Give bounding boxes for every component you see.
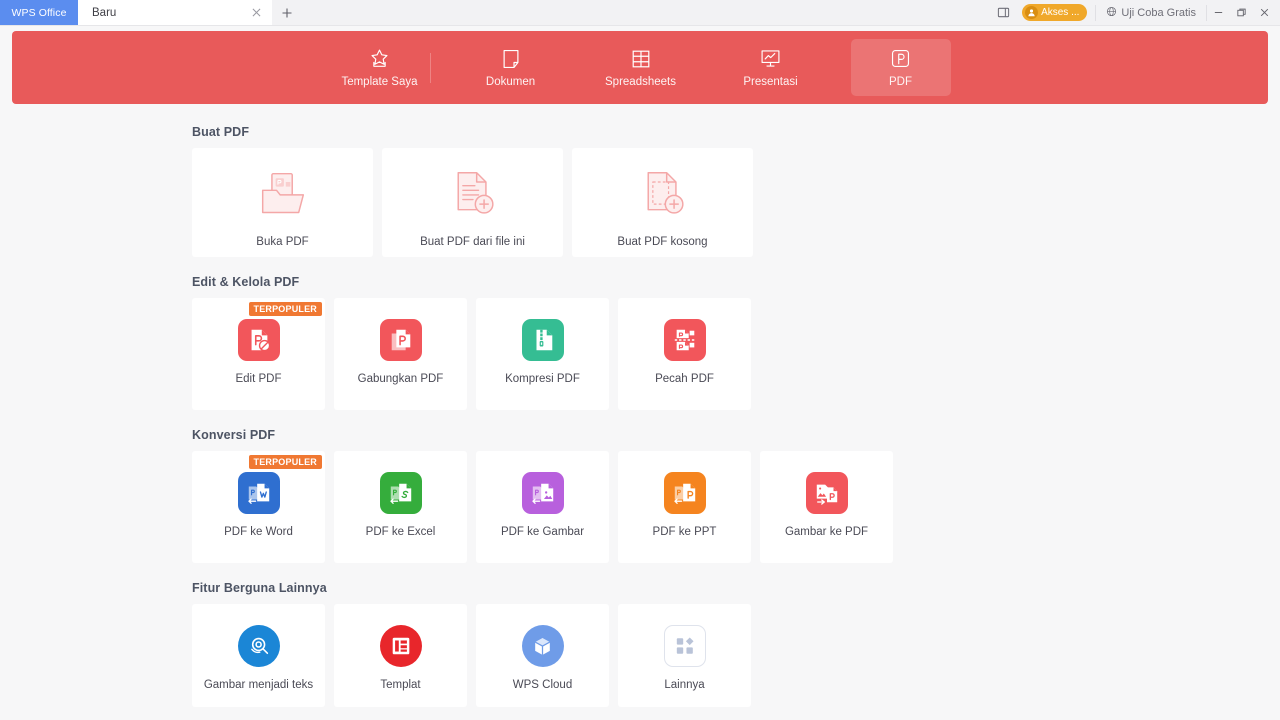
card-row: Buka PDF Buat PDF dari file ini Buat PDF… — [192, 148, 1280, 257]
pdf-from-file-icon — [447, 170, 499, 223]
section-konversi-pdf: Konversi PDF TERPOPULER PDF ke Word PDF … — [0, 428, 1280, 563]
section-title: Edit & Kelola PDF — [192, 275, 300, 289]
card-label: Kompresi PDF — [505, 373, 580, 385]
status-badge: TERPOPULER — [248, 455, 323, 469]
section-title: Buat PDF — [192, 125, 250, 139]
card-wps-cloud[interactable]: WPS Cloud — [476, 604, 609, 707]
card-label: PDF ke Excel — [365, 526, 436, 538]
close-icon[interactable] — [1253, 0, 1276, 26]
star-template-icon — [368, 47, 391, 71]
open-pdf-folder-icon — [257, 170, 309, 223]
section-title: Konversi PDF — [192, 428, 276, 442]
presentation-icon — [759, 47, 782, 71]
template-list-icon — [379, 625, 422, 667]
card-label: Templat — [380, 679, 421, 691]
new-tab-button[interactable] — [272, 0, 302, 25]
table-icon — [630, 47, 652, 71]
cloud-cube-icon — [521, 625, 564, 667]
card-edit-pdf[interactable]: TERPOPULER Edit PDF — [192, 298, 325, 410]
close-icon[interactable] — [248, 5, 264, 21]
section-fitur-berguna-lainnya: Fitur Berguna Lainnya Gambar menjadi tek… — [0, 581, 1280, 707]
card-buat-pdf-kosong[interactable]: Buat PDF kosong — [572, 148, 753, 257]
image-to-pdf-icon — [805, 472, 848, 514]
card-gabungkan-pdf[interactable]: Gabungkan PDF — [334, 298, 467, 410]
nav-item-label: Template Saya — [341, 75, 418, 88]
card-pdf-ke-excel[interactable]: PDF ke Excel — [334, 451, 467, 563]
card-label: Gambar ke PDF — [784, 526, 869, 538]
card-label: Lainnya — [664, 679, 705, 691]
restore-icon[interactable] — [1230, 0, 1253, 26]
nav-item-label: PDF — [889, 75, 912, 88]
card-row: TERPOPULER Edit PDF Gabungkan PDF Kompre… — [192, 298, 1280, 410]
free-trial-label: Uji Coba Gratis — [1121, 6, 1196, 19]
module-nav-bar: Template Saya Dokumen Spreadsheets Prese… — [12, 31, 1268, 104]
card-lainnya[interactable]: Lainnya — [618, 604, 751, 707]
nav-item-label: Presentasi — [743, 75, 798, 88]
free-trial-button[interactable]: Uji Coba Gratis — [1095, 4, 1207, 21]
card-label: PDF ke Word — [224, 526, 293, 538]
wps-office-logo[interactable]: WPS Office — [0, 0, 78, 25]
ocr-scan-icon — [237, 625, 280, 667]
card-label: Buka PDF — [256, 236, 309, 248]
pdf-icon — [889, 47, 912, 71]
account-access-label: Akses ... — [1041, 7, 1080, 18]
more-grid-icon — [663, 625, 706, 667]
section-title: Fitur Berguna Lainnya — [192, 581, 327, 595]
card-label: PDF ke PPT — [652, 526, 717, 538]
card-pecah-pdf[interactable]: Pecah PDF — [618, 298, 751, 410]
card-buat-pdf-dari-file-ini[interactable]: Buat PDF dari file ini — [382, 148, 563, 257]
card-label: WPS Cloud — [512, 679, 573, 691]
user-avatar-icon — [1025, 6, 1039, 19]
pdf-to-excel-icon — [379, 472, 422, 514]
card-buka-pdf[interactable]: Buka PDF — [192, 148, 373, 257]
document-tab-label: Baru — [92, 6, 117, 19]
nav-item-pdf[interactable]: PDF — [850, 39, 951, 96]
card-pdf-ke-word[interactable]: TERPOPULER PDF ke Word — [192, 451, 325, 563]
pdf-to-word-icon — [237, 472, 280, 514]
nav-item-template-saya[interactable]: Template Saya — [330, 39, 430, 96]
compress-pdf-icon — [521, 319, 564, 361]
split-pdf-icon — [663, 319, 706, 361]
card-label: Pecah PDF — [655, 373, 714, 385]
card-label: PDF ke Gambar — [500, 526, 585, 538]
panel-icon[interactable] — [988, 0, 1018, 26]
title-bar-right-group: Akses ... Uji Coba Gratis — [988, 0, 1280, 25]
card-label: Buat PDF kosong — [617, 236, 708, 248]
card-label: Buat PDF dari file ini — [420, 236, 525, 248]
minimize-icon[interactable] — [1207, 0, 1230, 26]
nav-item-spreadsheets[interactable]: Spreadsheets — [591, 39, 691, 96]
card-kompresi-pdf[interactable]: Kompresi PDF — [476, 298, 609, 410]
window-controls — [1207, 0, 1276, 26]
card-row: Gambar menjadi teks Templat WPS Cloud La… — [192, 604, 1280, 707]
blank-pdf-icon — [637, 170, 689, 223]
document-icon — [500, 47, 522, 71]
card-label: Gambar menjadi teks — [203, 679, 314, 691]
nav-item-dokumen[interactable]: Dokumen — [461, 39, 561, 96]
card-label: Gabungkan PDF — [357, 373, 444, 385]
pdf-to-image-icon — [521, 472, 564, 514]
section-edit-kelola-pdf: Edit & Kelola PDF TERPOPULER Edit PDF Ga… — [0, 275, 1280, 410]
nav-item-label: Dokumen — [485, 75, 536, 88]
globe-icon — [1106, 6, 1117, 20]
card-pdf-ke-ppt[interactable]: PDF ke PPT — [618, 451, 751, 563]
edit-pdf-icon — [237, 319, 280, 361]
account-access-button[interactable]: Akses ... — [1022, 4, 1088, 21]
card-row: TERPOPULER PDF ke Word PDF ke Excel PDF … — [192, 451, 1280, 563]
nav-item-presentasi[interactable]: Presentasi — [721, 39, 821, 96]
card-gambar-menjadi-teks[interactable]: Gambar menjadi teks — [192, 604, 325, 707]
card-label: Edit PDF — [235, 373, 282, 385]
document-tab-baru[interactable]: Baru — [78, 0, 272, 25]
merge-pdf-icon — [379, 319, 422, 361]
card-gambar-ke-pdf[interactable]: Gambar ke PDF — [760, 451, 893, 563]
section-buat-pdf: Buat PDF Buka PDF Buat PDF dari file ini… — [0, 125, 1280, 257]
card-pdf-ke-gambar[interactable]: PDF ke Gambar — [476, 451, 609, 563]
status-badge: TERPOPULER — [248, 302, 323, 316]
nav-divider — [429, 52, 431, 83]
nav-item-label: Spreadsheets — [605, 75, 676, 88]
title-bar: WPS Office Baru Akses ... Uji Coba Grati… — [0, 0, 1280, 26]
pdf-to-ppt-icon — [663, 472, 706, 514]
pdf-tools-content: Buat PDF Buka PDF Buat PDF dari file ini… — [0, 104, 1280, 720]
card-templat[interactable]: Templat — [334, 604, 467, 707]
